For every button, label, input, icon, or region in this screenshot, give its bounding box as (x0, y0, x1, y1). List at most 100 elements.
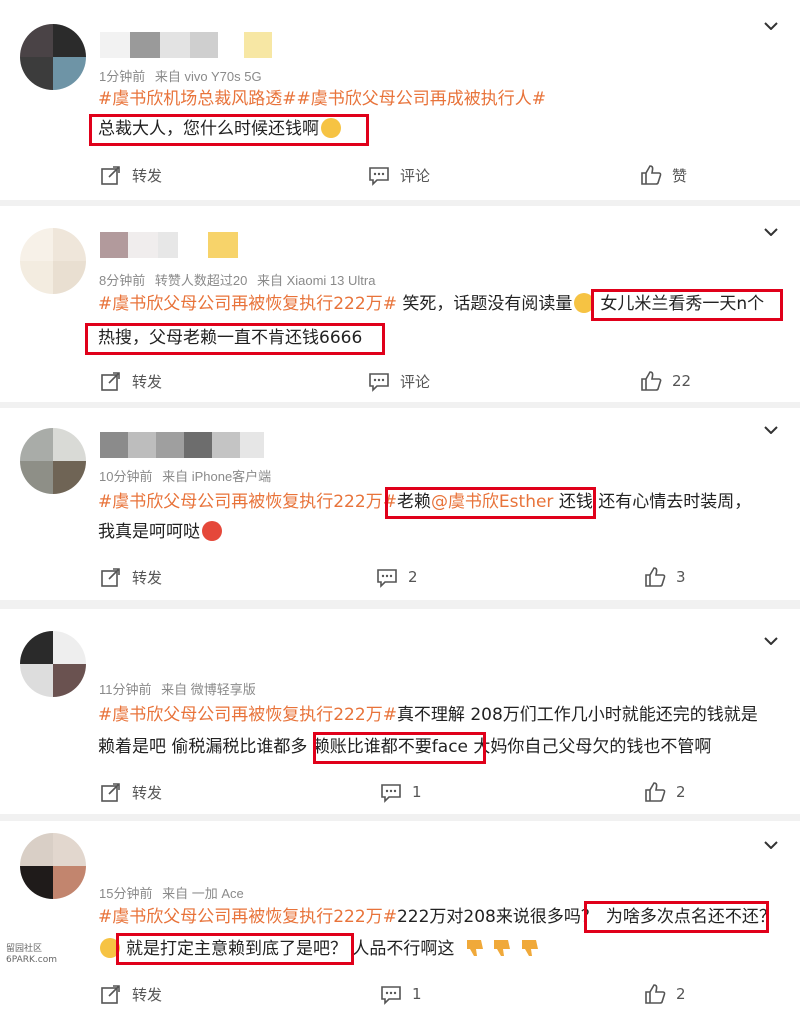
repost-icon (101, 568, 120, 587)
action-bar: 转发 2 3 (0, 566, 800, 592)
username-blurred[interactable] (100, 232, 238, 258)
post-text: 总裁大人，您什么时候还钱啊 (98, 119, 319, 139)
post-text: 人品不行啊这 (347, 939, 455, 959)
post-text: 我真是呵呵哒 (98, 522, 200, 542)
chevron-down-icon[interactable] (764, 228, 778, 236)
comment-icon (369, 373, 389, 392)
post-1: 1分钟前 来自 vivo Y70s 5G #虞书欣机场总裁风路透##虞书欣父母公… (0, 0, 800, 200)
repost-icon (101, 166, 120, 185)
post-text: 还钱 (553, 492, 593, 512)
action-bar: 转发 1 2 (0, 983, 800, 1009)
comment-button[interactable]: 2 (376, 566, 418, 588)
post-meta: 11分钟前 来自 微博轻享版 (99, 679, 256, 698)
avatar[interactable] (20, 631, 86, 697)
post-meta: 15分钟前 来自 一加 Ace (99, 883, 244, 902)
post-time: 15分钟前 (99, 886, 153, 901)
username-blurred[interactable] (100, 32, 272, 58)
like-icon (641, 165, 662, 185)
chevron-down-icon[interactable] (764, 22, 778, 30)
action-bar: 转发 1 2 (0, 781, 800, 807)
thumbs-down-icon (521, 940, 538, 956)
mention-link[interactable]: @虞书欣Esther (431, 492, 554, 512)
post-2: 8分钟前 转赞人数超过20 来自 Xiaomi 13 Ultra #虞书欣父母公… (0, 206, 800, 402)
avatar[interactable] (20, 24, 86, 90)
post-text: 还有心情去时装周， (592, 492, 752, 512)
comment-icon (377, 569, 397, 588)
like-icon (641, 371, 662, 391)
post-text-line-1: #虞书欣机场总裁风路透##虞书欣父母公司再成被执行人# (98, 87, 546, 111)
post-text-line-2: 热搜，父母老赖一直不肯还钱6666 (98, 326, 362, 350)
chevron-down-icon[interactable] (764, 426, 778, 434)
post-meta: 8分钟前 转赞人数超过20 来自 Xiaomi 13 Ultra (99, 270, 375, 289)
comment-button[interactable]: 1 (380, 781, 422, 803)
like-button[interactable]: 22 (640, 370, 691, 392)
post-text: 热搜，父母老赖一直不肯还钱6666 (98, 328, 363, 348)
post-text: 真不理解 208万们工作几小时就能还完的钱就是 (396, 705, 758, 725)
comment-icon (381, 784, 401, 803)
thumbs-down-icon (494, 940, 511, 956)
post-text: 女儿米兰看秀一天n个 (600, 294, 765, 314)
watermark-line-1: 留园社区 (6, 944, 43, 954)
post-3: 10分钟前 来自 iPhone客户端 #虞书欣父母公司再被恢复执行222万#老赖… (0, 408, 800, 600)
post-text: 222万对208来说很多吗？ (396, 907, 598, 927)
post-text-line-1: #虞书欣父母公司再被恢复执行222万#老赖@虞书欣Esther 还钱 还有心情去… (98, 490, 751, 514)
like-icon (645, 984, 666, 1004)
action-bar: 转发 评论 赞 (0, 164, 800, 190)
post-time: 8分钟前 (99, 273, 146, 288)
comment-icon (381, 986, 401, 1005)
post-5: 15分钟前 来自 一加 Ace #虞书欣父母公司再被恢复执行222万#222万对… (0, 821, 800, 1022)
hashtag[interactable]: #虞书欣父母公司再被恢复执行222万# (98, 907, 397, 927)
like-button[interactable]: 赞 (640, 164, 687, 186)
hashtag[interactable]: #虞书欣父母公司再被恢复执行222万# (98, 492, 397, 512)
comment-icon (369, 167, 389, 186)
post-time: 1分钟前 (99, 69, 146, 84)
avatar[interactable] (20, 228, 86, 294)
post-text-line-1: #虞书欣父母公司再被恢复执行222万#真不理解 208万们工作几小时就能还完的钱… (98, 703, 758, 727)
post-source: 来自 一加 Ace (162, 886, 244, 901)
post-time: 11分钟前 (99, 682, 152, 697)
post-separator (0, 600, 800, 609)
repost-icon (101, 783, 120, 802)
post-text-line-2: 我真是呵呵哒 (98, 520, 222, 544)
post-meta: 10分钟前 来自 iPhone客户端 (99, 466, 271, 485)
repost-button[interactable]: 转发 (100, 566, 162, 588)
repost-button[interactable]: 转发 (100, 370, 162, 392)
post-source: 来自 iPhone客户端 (162, 469, 272, 484)
post-meta: 1分钟前 来自 vivo Y70s 5G (99, 66, 262, 85)
emoji-icon (100, 938, 120, 958)
hashtag[interactable]: #虞书欣父母公司再被恢复执行222万# (98, 705, 397, 725)
post-source: 来自 Xiaomi 13 Ultra (256, 273, 376, 288)
comment-button[interactable]: 1 (380, 983, 422, 1005)
repost-button[interactable]: 转发 (100, 983, 162, 1005)
post-text: 就是打定主意赖到底了是吧？ (126, 939, 347, 959)
username-blurred[interactable] (100, 432, 264, 458)
comment-button[interactable]: 评论 (368, 164, 430, 186)
repost-icon (101, 985, 120, 1004)
hashtag[interactable]: #虞书欣机场总裁风路透##虞书欣父母公司再成被执行人# (98, 89, 546, 109)
chevron-down-icon[interactable] (764, 841, 778, 849)
post-text-line-2: 赖着是吧 偷税漏税比谁都多 赖账比谁都不要face 大妈你自己父母欠的钱也不管啊 (98, 735, 711, 759)
like-icon (645, 567, 666, 587)
emoji-icon (574, 293, 595, 313)
like-button[interactable]: 2 (644, 983, 686, 1005)
post-repost-count: 转赞人数超过20 (154, 273, 248, 288)
chevron-down-icon[interactable] (764, 637, 778, 645)
post-time: 10分钟前 (99, 469, 153, 484)
post-text: 大妈你自己父母欠的钱也不管啊 (468, 737, 712, 757)
comment-button[interactable]: 评论 (368, 370, 430, 392)
post-text-line-2: 就是打定主意赖到底了是吧？ 人品不行啊这 (98, 937, 541, 961)
watermark: 留园社区 6PARK.com (6, 944, 57, 966)
post-text: 笑死，话题没有阅读量 (396, 294, 573, 314)
post-text: 赖着是吧 偷税漏税比谁都多 (98, 737, 313, 757)
action-bar: 转发 评论 22 (0, 370, 800, 396)
post-4: 11分钟前 来自 微博轻享版 #虞书欣父母公司再被恢复执行222万#真不理解 2… (0, 609, 800, 814)
emoji-icon (321, 118, 341, 138)
avatar[interactable] (20, 833, 86, 899)
emoji-icon (202, 521, 222, 541)
repost-button[interactable]: 转发 (100, 781, 162, 803)
repost-button[interactable]: 转发 (100, 164, 162, 186)
like-button[interactable]: 2 (644, 781, 686, 803)
like-button[interactable]: 3 (644, 566, 686, 588)
hashtag[interactable]: #虞书欣父母公司再被恢复执行222万# (98, 294, 397, 314)
avatar[interactable] (20, 428, 86, 494)
